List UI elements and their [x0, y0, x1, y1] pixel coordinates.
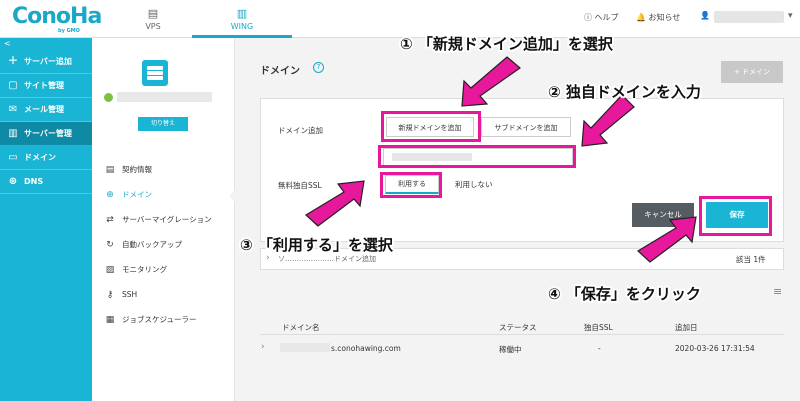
arrow-step3 [305, 180, 365, 227]
annotation-step3: ③ 「利用する」を選択 [240, 236, 393, 254]
arrow-step1 [461, 56, 521, 107]
annotation-step1: ① 「新規ドメイン追加」を選択 [400, 35, 613, 53]
arrow-step4 [637, 216, 697, 263]
annotation-step2: ② 独自ドメインを入力 [548, 83, 701, 101]
arrow-step2 [581, 94, 635, 147]
annotation-step4: ④ 「保存」をクリック [548, 285, 701, 303]
annotation-arrows [305, 56, 697, 263]
